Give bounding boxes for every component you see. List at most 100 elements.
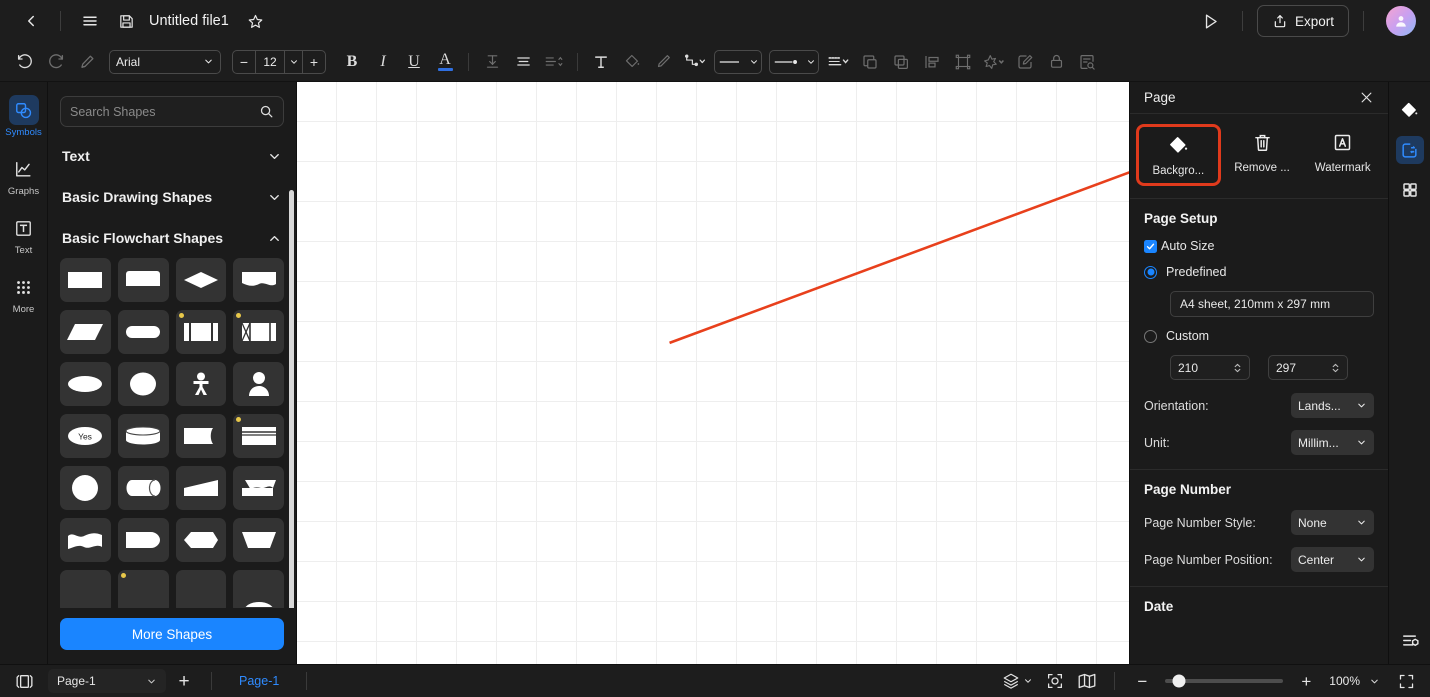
- page-number-position-dropdown[interactable]: Center: [1291, 547, 1374, 572]
- font-size-increase-button[interactable]: +: [303, 51, 325, 73]
- save-button[interactable]: [109, 6, 143, 36]
- shape-partial-row-d[interactable]: [233, 570, 284, 608]
- shape-partial-row-b[interactable]: [117, 570, 169, 608]
- find-replace-icon[interactable]: [1072, 48, 1102, 76]
- font-size-dropdown-icon[interactable]: [285, 50, 303, 73]
- shape-ellipse-flat[interactable]: [60, 362, 111, 406]
- fullscreen-icon[interactable]: [1392, 669, 1420, 693]
- shape-trapezoid-slant[interactable]: [175, 466, 227, 510]
- layers-button[interactable]: [998, 669, 1037, 693]
- custom-radio[interactable]: [1144, 329, 1157, 343]
- underline-button[interactable]: U: [399, 48, 429, 76]
- back-button[interactable]: [14, 6, 48, 36]
- text-vertical-align-icon[interactable]: [477, 48, 507, 76]
- section-text[interactable]: Text: [60, 135, 284, 176]
- lock-icon[interactable]: [1041, 48, 1071, 76]
- group-objects-icon[interactable]: [948, 48, 978, 76]
- add-page-button[interactable]: +: [170, 669, 198, 693]
- document-title[interactable]: Untitled file1: [149, 13, 229, 29]
- font-size-stepper[interactable]: − 12 +: [232, 49, 326, 74]
- map-overview-icon[interactable]: [1073, 669, 1101, 693]
- section-basic-flowchart-shapes[interactable]: Basic Flowchart Shapes: [60, 217, 284, 258]
- fill-color-icon[interactable]: [617, 48, 647, 76]
- shape-multi-document-wave[interactable]: [60, 518, 111, 562]
- canvas-grid-sheet[interactable]: [297, 82, 1129, 664]
- auto-size-checkbox[interactable]: [1144, 239, 1157, 253]
- shape-process-rectangle[interactable]: [60, 258, 111, 302]
- page-select-dropdown[interactable]: Page-1: [48, 669, 166, 693]
- focus-target-icon[interactable]: [1041, 669, 1069, 693]
- shape-predefined-process[interactable]: [175, 310, 227, 354]
- stepper-arrows-icon[interactable]: [1331, 362, 1340, 374]
- chevron-down-icon[interactable]: [1369, 676, 1380, 687]
- paint-bucket-fill-icon[interactable]: [1396, 96, 1424, 124]
- apps-grid-icon[interactable]: [1396, 176, 1424, 204]
- font-size-decrease-button[interactable]: −: [233, 51, 255, 73]
- shape-trapezoid-down[interactable]: [233, 518, 284, 562]
- zoom-in-button[interactable]: +: [1292, 669, 1320, 693]
- font-family-select[interactable]: Arial: [109, 49, 221, 74]
- shape-manual-operation[interactable]: [233, 466, 284, 510]
- shape-document-wave-bottom[interactable]: [233, 258, 284, 302]
- remove-background-button[interactable]: Remove ...: [1223, 124, 1302, 186]
- close-x-icon[interactable]: [1359, 90, 1374, 105]
- shape-partial-row-a[interactable]: [60, 570, 111, 608]
- shape-stored-data-curved[interactable]: [117, 518, 169, 562]
- shape-circle[interactable]: [117, 362, 169, 406]
- auto-size-row[interactable]: Auto Size: [1144, 239, 1374, 253]
- page-number-style-dropdown[interactable]: None: [1291, 510, 1374, 535]
- shape-direct-access-storage[interactable]: [117, 466, 169, 510]
- line-color-brush-icon[interactable]: [648, 48, 678, 76]
- shape-actor-person-bust[interactable]: [233, 362, 284, 406]
- zoom-level-value[interactable]: 100%: [1329, 674, 1360, 688]
- preferences-sliders-icon[interactable]: [1396, 626, 1424, 654]
- bring-to-front-icon[interactable]: [855, 48, 885, 76]
- shape-card-lined[interactable]: [233, 414, 284, 458]
- font-color-button[interactable]: A: [430, 48, 460, 76]
- toggle-panels-icon[interactable]: [10, 669, 38, 693]
- shape-data-parallelogram[interactable]: [60, 310, 111, 354]
- sidebar-item-symbols[interactable]: Symbols: [2, 90, 46, 141]
- edit-shape-icon[interactable]: [1010, 48, 1040, 76]
- background-button[interactable]: Backgro...: [1136, 124, 1221, 186]
- align-objects-icon[interactable]: [917, 48, 947, 76]
- custom-row[interactable]: Custom: [1144, 329, 1374, 343]
- connector-type-icon[interactable]: [679, 48, 710, 76]
- watermark-button[interactable]: Watermark: [1303, 124, 1382, 186]
- predefined-radio[interactable]: [1144, 265, 1157, 279]
- shapes-panel-scrollbar[interactable]: [289, 190, 294, 608]
- shape-decision-diamond[interactable]: [175, 258, 227, 302]
- orientation-dropdown[interactable]: Lands...: [1291, 393, 1374, 418]
- zoom-slider[interactable]: [1165, 674, 1284, 688]
- hamburger-menu-button[interactable]: [73, 6, 107, 36]
- shape-direct-data-cylinder-top[interactable]: [117, 414, 169, 458]
- shape-decision-yes-oval[interactable]: Yes: [60, 414, 111, 458]
- effects-icon[interactable]: [979, 48, 1009, 76]
- canvas-area[interactable]: [297, 82, 1129, 664]
- more-shapes-button[interactable]: More Shapes: [60, 618, 284, 650]
- shape-actor-person-stick[interactable]: [175, 362, 227, 406]
- search-input[interactable]: [70, 104, 253, 119]
- unit-dropdown[interactable]: Millim...: [1291, 430, 1374, 455]
- zoom-out-button[interactable]: −: [1128, 669, 1156, 693]
- shape-delay-curved-right[interactable]: [175, 414, 227, 458]
- undo-icon[interactable]: [10, 48, 40, 76]
- play-present-icon[interactable]: [1194, 6, 1228, 36]
- custom-width-input[interactable]: 210: [1170, 355, 1250, 380]
- zoom-slider-knob[interactable]: [1172, 674, 1186, 688]
- custom-height-input[interactable]: 297: [1268, 355, 1348, 380]
- arrow-end-style-dropdown[interactable]: [769, 49, 819, 74]
- redo-icon[interactable]: [41, 48, 71, 76]
- font-size-input[interactable]: 12: [255, 50, 285, 73]
- bold-button[interactable]: B: [337, 48, 367, 76]
- section-basic-drawing-shapes[interactable]: Basic Drawing Shapes: [60, 176, 284, 217]
- predefined-size-field[interactable]: A4 sheet, 210mm x 297 mm: [1170, 291, 1374, 317]
- stepper-arrows-icon[interactable]: [1233, 362, 1242, 374]
- star-icon[interactable]: [239, 6, 273, 36]
- shape-hexagon-flat[interactable]: [175, 518, 227, 562]
- predefined-row[interactable]: Predefined: [1144, 265, 1374, 279]
- format-painter-icon[interactable]: [72, 48, 102, 76]
- page-tab-page-1[interactable]: Page-1: [225, 674, 293, 688]
- shape-rectangle-rounded-top[interactable]: [117, 258, 169, 302]
- shape-internal-storage[interactable]: [233, 310, 284, 354]
